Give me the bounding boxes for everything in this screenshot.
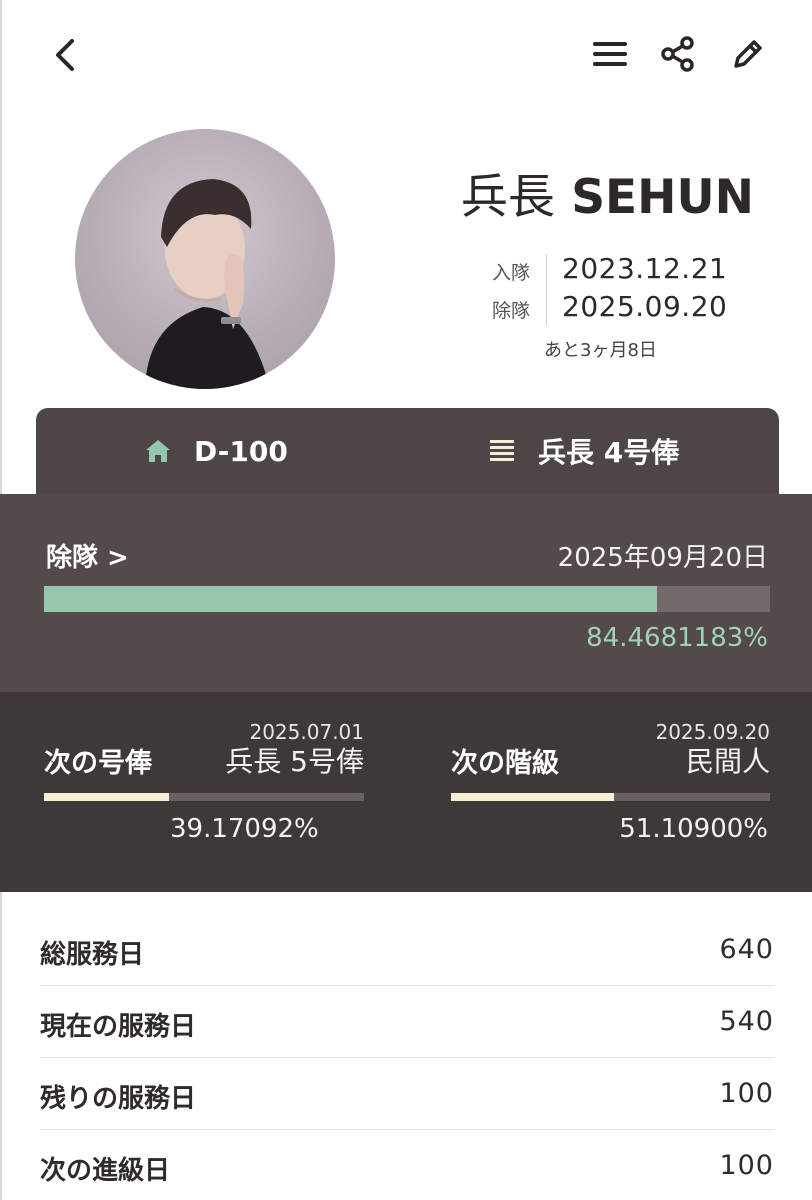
discharge-full-date: 2025年09月20日 xyxy=(557,543,768,573)
profile-photo xyxy=(145,179,270,389)
next-pay-progress-fill xyxy=(44,793,170,801)
enlist-label: 入隊 xyxy=(492,262,531,284)
stat-value: 540 xyxy=(719,1006,774,1037)
stat-value: 100 xyxy=(719,1078,774,1109)
next-pay-progress-bar xyxy=(44,793,364,801)
menu-button[interactable] xyxy=(586,30,634,78)
list-item: 次の進級日 100 xyxy=(40,1130,774,1200)
discharge-link[interactable]: 除隊 > xyxy=(46,537,129,574)
service-dates: 入隊 2023.12.21 除隊 2025.09.20 xyxy=(478,252,748,328)
list-item: 残りの服務日 100 xyxy=(40,1058,774,1130)
remaining-time: あと3ヶ月8日 xyxy=(544,340,657,361)
tab-dday[interactable]: D-100 xyxy=(144,408,288,494)
chevron-left-icon xyxy=(56,39,74,71)
next-rank-title: 次の階級 xyxy=(451,748,559,779)
next-rank-percent: 51.10900% xyxy=(619,814,768,844)
summary-tabs: D-100 兵長 4号俸 xyxy=(36,408,779,494)
enlist-date: 2023.12.21 xyxy=(562,252,728,285)
tab-pay-grade[interactable]: 兵長 4号俸 xyxy=(488,408,679,494)
list-icon xyxy=(593,42,627,66)
share-icon xyxy=(661,36,694,72)
stat-label: 現在の服務日 xyxy=(40,1012,197,1042)
avatar xyxy=(75,129,335,389)
discharge-label: 除隊 xyxy=(492,300,531,322)
service-stats-list: 総服務日 640 現在の服務日 540 残りの服務日 100 次の進級日 100 xyxy=(40,914,774,1200)
discharge-progress-bar xyxy=(44,586,770,612)
next-pay-percent: 39.17092% xyxy=(170,814,319,844)
tab-dday-label: D-100 xyxy=(194,434,288,468)
stat-value: 100 xyxy=(719,1150,774,1181)
next-rank-progress-bar xyxy=(451,793,770,801)
top-bar xyxy=(0,0,812,110)
edit-button[interactable] xyxy=(724,30,772,78)
stat-label: 次の進級日 xyxy=(40,1156,171,1186)
divider xyxy=(546,254,547,326)
stat-label: 総服務日 xyxy=(40,940,145,970)
next-pay-value: 兵長 5号俸 xyxy=(225,745,364,778)
stat-label: 残りの服務日 xyxy=(40,1084,197,1114)
back-button[interactable] xyxy=(40,30,90,80)
share-button[interactable] xyxy=(654,30,702,78)
rank-text: 兵長 xyxy=(460,170,555,225)
list-item: 現在の服務日 540 xyxy=(40,986,774,1058)
stripes-icon xyxy=(488,438,516,464)
tab-pay-label: 兵長 4号俸 xyxy=(538,436,680,469)
home-icon xyxy=(144,438,172,464)
next-pay-title: 次の号俸 xyxy=(44,748,152,779)
next-rank-value: 民間人 xyxy=(685,745,770,778)
profile-name: 兵長 SEHUN xyxy=(461,158,754,227)
discharge-date: 2025.09.20 xyxy=(562,290,728,323)
list-item: 総服務日 640 xyxy=(40,914,774,986)
discharge-progress-fill xyxy=(44,586,658,612)
pencil-icon xyxy=(734,40,762,68)
next-rank-progress-fill xyxy=(451,793,615,801)
name-text: SEHUN xyxy=(571,170,754,225)
stat-value: 640 xyxy=(719,934,774,965)
discharge-percent: 84.4681183% xyxy=(586,623,768,653)
